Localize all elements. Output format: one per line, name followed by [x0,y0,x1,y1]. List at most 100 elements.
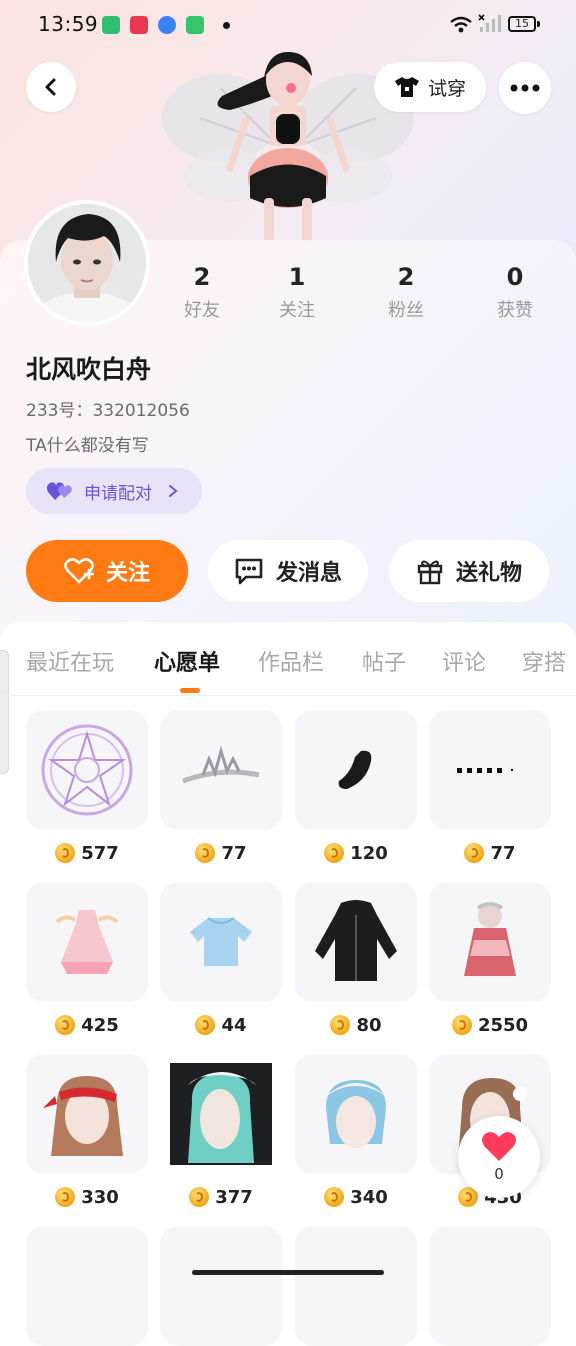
item-price-value: 120 [350,842,388,864]
wishlist-item[interactable] [295,1226,417,1346]
chat-bubble-icon [235,558,263,585]
item-thumbnail [160,882,282,1002]
request-pair-button[interactable]: 申请配对 [26,468,202,514]
item-thumbnail [295,1226,417,1346]
item-price-value: 377 [215,1186,253,1208]
wishlist-item[interactable] [160,1226,282,1346]
item-price: 77 [429,842,551,864]
stat-followers[interactable]: 2 粉丝 [361,262,451,322]
wishlist-item[interactable]: 77 [429,710,551,864]
black-hoodie-icon [315,900,397,981]
message-button[interactable]: 发消息 [208,540,368,602]
item-price: 44 [160,1014,282,1036]
item-price: 2550 [429,1014,551,1036]
item-thumbnail [26,710,148,830]
item-thumbnail [295,710,417,830]
try-on-label: 试穿 [427,77,466,100]
tab-active-indicator [180,688,200,693]
coin-icon [55,1187,76,1207]
back-button[interactable] [26,62,76,112]
wishlist-item[interactable]: 2550 [429,882,551,1036]
red-outfit-icon [464,902,516,976]
wifi-icon [450,16,472,33]
tab-recently-played[interactable]: 最近在玩 [26,645,114,677]
coin-icon [324,843,345,863]
item-thumbnail [429,1226,551,1346]
chevron-right-icon [169,485,178,497]
tab-divider [0,695,576,696]
avatar[interactable] [24,200,150,326]
item-price: 120 [295,842,417,864]
more-dots-icon [510,84,540,92]
more-button[interactable] [499,62,551,114]
app-android-icon [186,16,204,34]
coin-icon [324,1187,345,1207]
pink-dress-icon [55,910,119,974]
item-price: 425 [26,1014,148,1036]
item-price-value: 330 [81,1186,119,1208]
coin-icon [330,1015,351,1035]
battery-tip [537,21,540,27]
blue-bob-hair-icon [320,1080,392,1148]
item-thumbnail [26,1054,148,1174]
coin-icon [451,1015,472,1035]
wishlist-item[interactable]: 425 [26,882,148,1036]
send-gift-button[interactable]: 送礼物 [389,540,549,602]
item-thumbnail [160,710,282,830]
wishlist-item[interactable]: 577 [26,710,148,864]
wishlist-item[interactable]: 80 [295,882,417,1036]
item-price-value: 77 [221,842,247,864]
coin-icon [464,843,485,863]
wishlist-item[interactable] [26,1226,148,1346]
stat-likes-count: 0 [506,263,524,291]
stat-likes[interactable]: 0 获赞 [470,262,560,322]
dotted-line-icon [457,768,513,773]
item-price-value: 44 [221,1014,247,1036]
stat-following-label: 关注 [279,300,315,321]
follow-button[interactable]: 关注 [26,540,188,602]
notification-dot-icon [223,22,230,29]
status-bar: 13:59 15 [0,0,576,52]
home-indicator[interactable] [192,1270,384,1275]
stat-followers-count: 2 [397,263,415,291]
item-thumbnail [295,1054,417,1174]
tab-works[interactable]: 作品栏 [258,645,324,677]
like-floating-button[interactable]: 0 [458,1116,540,1198]
black-shoe-icon [338,750,372,789]
tab-outfits[interactable]: 穿搭 [522,645,566,677]
item-price-value: 577 [81,842,119,864]
side-drawer-handle[interactable] [0,650,9,774]
tab-posts[interactable]: 帖子 [362,645,406,677]
item-price: 80 [295,1014,417,1036]
wishlist-item[interactable]: 377 [160,1054,282,1208]
item-price-value: 425 [81,1014,119,1036]
stat-following[interactable]: 1 关注 [252,262,342,322]
wishlist-item[interactable] [429,1226,551,1346]
item-price-value: 2550 [477,1014,529,1036]
wishlist-item[interactable]: 340 [295,1054,417,1208]
user-id: 233号：332012056 [26,401,190,421]
blue-top-icon [190,917,252,966]
stat-friends-count: 2 [193,263,211,291]
try-on-button[interactable]: 试穿 [374,62,486,112]
item-price: 340 [295,1186,417,1208]
stat-friends[interactable]: 2 好友 [157,262,247,322]
wishlist-item[interactable]: 77 [160,710,282,864]
send-gift-label: 送礼物 [455,561,522,586]
tab-comments[interactable]: 评论 [442,645,486,677]
battery-icon: 15 [508,16,536,32]
user-photo-icon [28,204,146,322]
wishlist-item[interactable]: 44 [160,882,282,1036]
wishlist-item[interactable]: 330 [26,1054,148,1208]
stat-following-count: 1 [288,263,306,291]
item-thumbnail [160,1054,282,1174]
heart-icon [482,1132,516,1161]
coin-icon [55,843,76,863]
app-green-icon [102,16,120,34]
like-count: 0 [494,1165,504,1183]
tab-wishlist[interactable]: 心愿单 [154,645,220,677]
double-heart-icon [46,482,72,500]
wishlist-item[interactable]: 120 [295,710,417,864]
item-price: 377 [160,1186,282,1208]
status-time: 13:59 [38,12,99,36]
